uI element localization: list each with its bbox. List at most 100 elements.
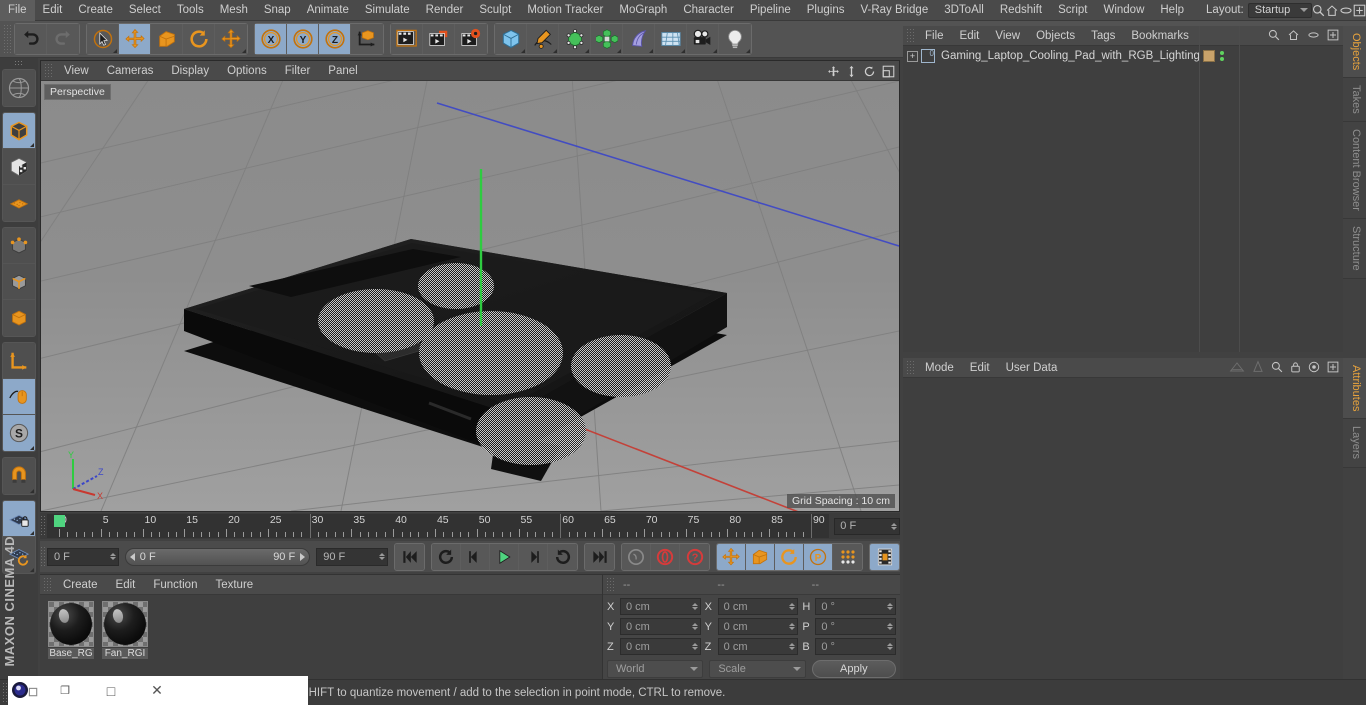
tab-objects[interactable]: Objects [1343,26,1366,79]
object-menu-view[interactable]: View [987,26,1028,46]
dolly-icon[interactable] [846,65,857,78]
material-menu-grip[interactable] [43,576,51,593]
object-name[interactable]: Gaming_Laptop_Cooling_Pad_with_RGB_Light… [938,50,1200,62]
undo-icon[interactable] [15,24,47,54]
light-icon[interactable] [719,24,751,54]
camera-icon[interactable] [687,24,719,54]
play-reverse-loop-icon[interactable] [432,543,461,570]
polygon-mode-icon[interactable] [3,185,35,221]
close-button[interactable]: ✕ [134,676,180,705]
apply-button[interactable]: Apply [811,660,896,678]
current-frame-field[interactable]: 0 F [46,547,119,566]
material-menu-texture[interactable]: Texture [206,575,262,595]
coordinate-system-select[interactable]: World [607,660,704,678]
object-menu-objects[interactable]: Objects [1028,26,1083,46]
position-field-z[interactable]: 0 cm [620,638,701,655]
tab-attributes[interactable]: Attributes [1343,358,1366,420]
coordinate-mode-select[interactable]: Scale [709,660,806,678]
menu-3dtoall[interactable]: 3DToAll [936,0,992,21]
object-menu-grip[interactable] [906,27,914,44]
points-mode-icon[interactable] [3,228,35,264]
parameter-key-icon[interactable]: P [804,543,833,570]
array-icon[interactable] [591,24,623,54]
preview-range-slider[interactable]: 0 F 90 F [124,547,311,566]
menu-snap[interactable]: Snap [256,0,299,21]
menu-window[interactable]: Window [1095,0,1152,21]
material-preview[interactable] [102,601,148,647]
light-preview-icon[interactable] [1229,361,1245,376]
end-frame-field[interactable]: 90 F [316,547,388,566]
object-row[interactable]: +0 Gaming_Laptop_Cooling_Pad_with_RGB_Lig… [903,46,1343,66]
object-menu-bookmarks[interactable]: Bookmarks [1123,26,1197,46]
material-item[interactable]: Base_RG [48,601,94,659]
render-view-icon[interactable] [391,24,423,54]
size-field-z[interactable]: 0 cm [717,638,799,655]
world-coordinates-icon[interactable] [351,24,383,54]
lock-workplane-icon[interactable] [3,501,35,537]
timeline-current-frame-field[interactable]: 0 F [834,517,900,535]
axis-modify-icon[interactable] [3,343,35,379]
menu-tools[interactable]: Tools [169,0,212,21]
menu-motion-tracker[interactable]: Motion Tracker [519,0,611,21]
rotate-view-icon[interactable] [863,65,876,78]
viewport-menu-options[interactable]: Options [218,61,276,81]
spinner-icon[interactable] [887,643,894,650]
pan-icon[interactable] [827,65,840,78]
range-left-arrow-icon[interactable] [129,552,135,561]
menu-script[interactable]: Script [1050,0,1095,21]
edges-mode-icon[interactable] [3,264,35,300]
y-axis-icon[interactable]: Y [287,24,319,54]
viewport-menu-view[interactable]: View [55,61,98,81]
render-picture-viewer-icon[interactable] [423,24,455,54]
tab-structure[interactable]: Structure [1343,218,1366,279]
spinner-icon[interactable] [887,603,894,610]
attributes-menu-user-data[interactable]: User Data [998,358,1066,378]
redo-icon[interactable] [47,24,79,54]
size-field-x[interactable]: 0 cm [717,598,799,615]
viewport-solo-icon[interactable] [3,379,35,415]
menu-file[interactable]: File [0,0,35,21]
tab-takes[interactable]: Takes [1343,78,1366,123]
search-icon[interactable] [1268,29,1280,44]
menu-select[interactable]: Select [121,0,169,21]
menu-character[interactable]: Character [675,0,742,21]
material-menu-edit[interactable]: Edit [107,575,145,595]
attributes-menu-mode[interactable]: Mode [917,358,962,378]
toolbar-grip[interactable] [3,24,11,54]
ellipse-icon[interactable] [1307,29,1320,44]
spinner-icon[interactable] [109,553,116,560]
transport-grip[interactable] [40,545,47,568]
viewport-menu-filter[interactable]: Filter [276,61,320,81]
range-right-arrow-icon[interactable] [300,552,306,561]
move-alt-icon[interactable] [215,24,247,54]
lock-icon[interactable] [1290,361,1301,376]
rotation-field-h[interactable]: 0 ° [815,598,897,615]
x-axis-icon[interactable]: X [255,24,287,54]
home-icon[interactable] [1287,29,1300,44]
point-level-animation-icon[interactable] [833,543,862,570]
spinner-icon[interactable] [691,603,698,610]
z-axis-icon[interactable]: Z [319,24,351,54]
size-field-y[interactable]: 0 cm [717,618,799,635]
menu-create[interactable]: Create [70,0,121,21]
pen-spline-icon[interactable] [527,24,559,54]
record-active-objects-icon[interactable] [622,543,651,570]
menu-redshift[interactable]: Redshift [992,0,1050,21]
go-to-start-icon[interactable] [395,543,424,570]
rotation-key-icon[interactable] [775,543,804,570]
menu-plugins[interactable]: Plugins [799,0,853,21]
menu-render[interactable]: Render [418,0,472,21]
viewport-menu-cameras[interactable]: Cameras [98,61,163,81]
spinner-icon[interactable] [789,603,796,610]
viewport-menu-panel[interactable]: Panel [319,61,366,81]
rotation-field-p[interactable]: 0 ° [815,618,897,635]
cube-icon[interactable] [495,24,527,54]
floating-window[interactable]: ❐ □ ✕ [8,676,308,705]
viewport-menu-grip[interactable] [44,62,52,79]
target-icon[interactable] [1308,361,1320,376]
step-back-icon[interactable] [461,543,490,570]
position-field-y[interactable]: 0 cm [620,618,701,635]
menu-simulate[interactable]: Simulate [357,0,418,21]
search-icon[interactable] [1312,0,1325,21]
menu-help[interactable]: Help [1152,0,1192,21]
